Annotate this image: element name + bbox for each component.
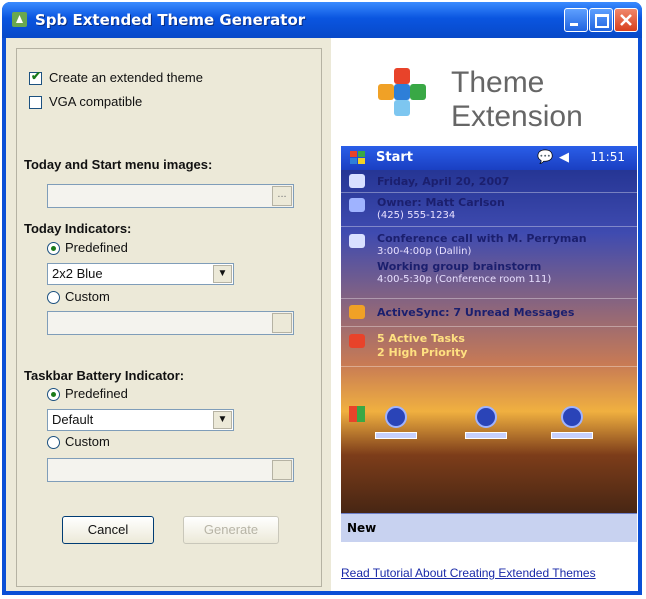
ppc-tasks: 5 Active Tasks [377,332,465,345]
ppc-appt1-title: Conference call with M. Perryman [377,232,587,245]
checkmark-icon: ✔ [31,69,42,83]
ppc-start-bar: Start 💬 ◀ 11:51 [341,146,637,170]
today-images-heading: Today and Start menu images: [24,157,213,172]
indicator-bar [551,432,593,439]
battery-indicator-heading: Taskbar Battery Indicator: [24,368,185,383]
tasks-icon [349,334,365,348]
ppc-owner-row: Owner: Matt Carlson (425) 555-1234 [341,192,637,227]
logo-text-line2: Extension [451,100,583,133]
theme-extension-logo [378,68,426,116]
today-indicator-select[interactable]: 2x2 Blue ▼ [47,263,234,285]
today-predefined-label: Predefined [65,240,128,255]
battery-predefined-radio[interactable] [47,388,60,401]
settings-panel: ✔ Create an extended theme VGA compatibl… [16,48,322,587]
today-indicator-value: 2x2 Blue [52,266,103,281]
battery-indicator-value: Default [52,412,94,427]
owner-icon [349,198,365,212]
speech-bubble-icon: 💬 [537,149,554,164]
browse-button[interactable]: ... [272,186,292,206]
close-button[interactable] [614,8,638,32]
ppc-date: Friday, April 20, 2007 [377,175,510,188]
create-extended-theme-label: Create an extended theme [49,70,203,85]
ppc-appt1-detail: 3:00-4:00p (Dallin) [377,246,472,257]
generate-button[interactable]: Generate [183,516,279,544]
today-custom-radio[interactable] [47,291,60,304]
clock-icon [349,174,365,188]
app-icon [12,12,27,27]
ppc-appt2-detail: 4:00-5:30p (Conference room 111) [377,274,552,285]
pocket-pc-preview: Start 💬 ◀ 11:51 Friday, April 20, 2007 O… [341,146,637,542]
battery-custom-radio[interactable] [47,436,60,449]
ppc-phone: (425) 555-1234 [377,210,456,221]
radio-dot-icon [51,246,56,251]
indicator-icon [561,406,583,428]
indicator-icon [385,406,407,428]
ppc-time: 11:51 [590,150,625,164]
indicator-icon [475,406,497,428]
mail-icon [349,305,365,319]
dropdown-arrow-icon[interactable]: ▼ [213,411,232,429]
battery-custom-field[interactable] [47,458,294,482]
today-indicators-heading: Today Indicators: [24,221,132,236]
speaker-icon: ◀ [559,149,569,164]
cancel-button[interactable]: Cancel [62,516,154,544]
browse-button[interactable] [272,460,292,480]
ppc-date-row: Friday, April 20, 2007 [341,170,637,193]
vga-compatible-label: VGA compatible [49,94,143,109]
ppc-tasks-row: 5 Active Tasks 2 High Priority [341,326,637,367]
dropdown-arrow-icon[interactable]: ▼ [213,265,232,283]
today-custom-field[interactable] [47,311,294,335]
ppc-calendar-row: Conference call with M. Perryman 3:00-4:… [341,226,637,299]
minimize-button[interactable] [564,8,588,32]
windows-flag-icon [350,151,365,164]
ppc-flag-icon [349,406,365,422]
battery-custom-label: Custom [65,434,110,449]
window-client-area: ✔ Create an extended theme VGA compatibl… [6,38,638,591]
maximize-icon [595,14,609,28]
today-predefined-radio[interactable] [47,242,60,255]
window-title: Spb Extended Theme Generator [35,11,306,29]
title-bar[interactable]: Spb Extended Theme Generator [2,2,642,38]
calendar-icon [349,234,365,248]
battery-predefined-label: Predefined [65,386,128,401]
create-extended-theme-checkbox[interactable]: ✔ [29,69,42,85]
minimize-icon [570,23,578,26]
tutorial-link[interactable]: Read Tutorial About Creating Extended Th… [341,566,596,580]
logo-text-line1: Theme [451,66,545,99]
close-icon [620,14,632,26]
vga-compatible-checkbox[interactable] [29,96,42,109]
radio-dot-icon [51,392,56,397]
ppc-start-label: Start [376,150,413,165]
today-images-field[interactable]: ... [47,184,294,208]
ppc-appt2-title: Working group brainstorm [377,260,542,273]
browse-button[interactable] [272,313,292,333]
ppc-softkey-bar: New [341,513,637,542]
ppc-tasks-priority: 2 High Priority [377,346,468,359]
preview-panel: Theme Extension Start 💬 ◀ 11:51 Friday, … [331,38,638,591]
app-window: Spb Extended Theme Generator ✔ Create an… [2,2,642,595]
ppc-owner: Owner: Matt Carlson [377,196,505,209]
ppc-new-softkey[interactable]: New [347,521,376,535]
battery-indicator-select[interactable]: Default ▼ [47,409,234,431]
ppc-activesync-row: ActiveSync: 7 Unread Messages [341,298,637,327]
indicator-bar [375,432,417,439]
indicator-bar [465,432,507,439]
maximize-button[interactable] [589,8,613,32]
ppc-activesync: ActiveSync: 7 Unread Messages [377,306,575,319]
today-custom-label: Custom [65,289,110,304]
